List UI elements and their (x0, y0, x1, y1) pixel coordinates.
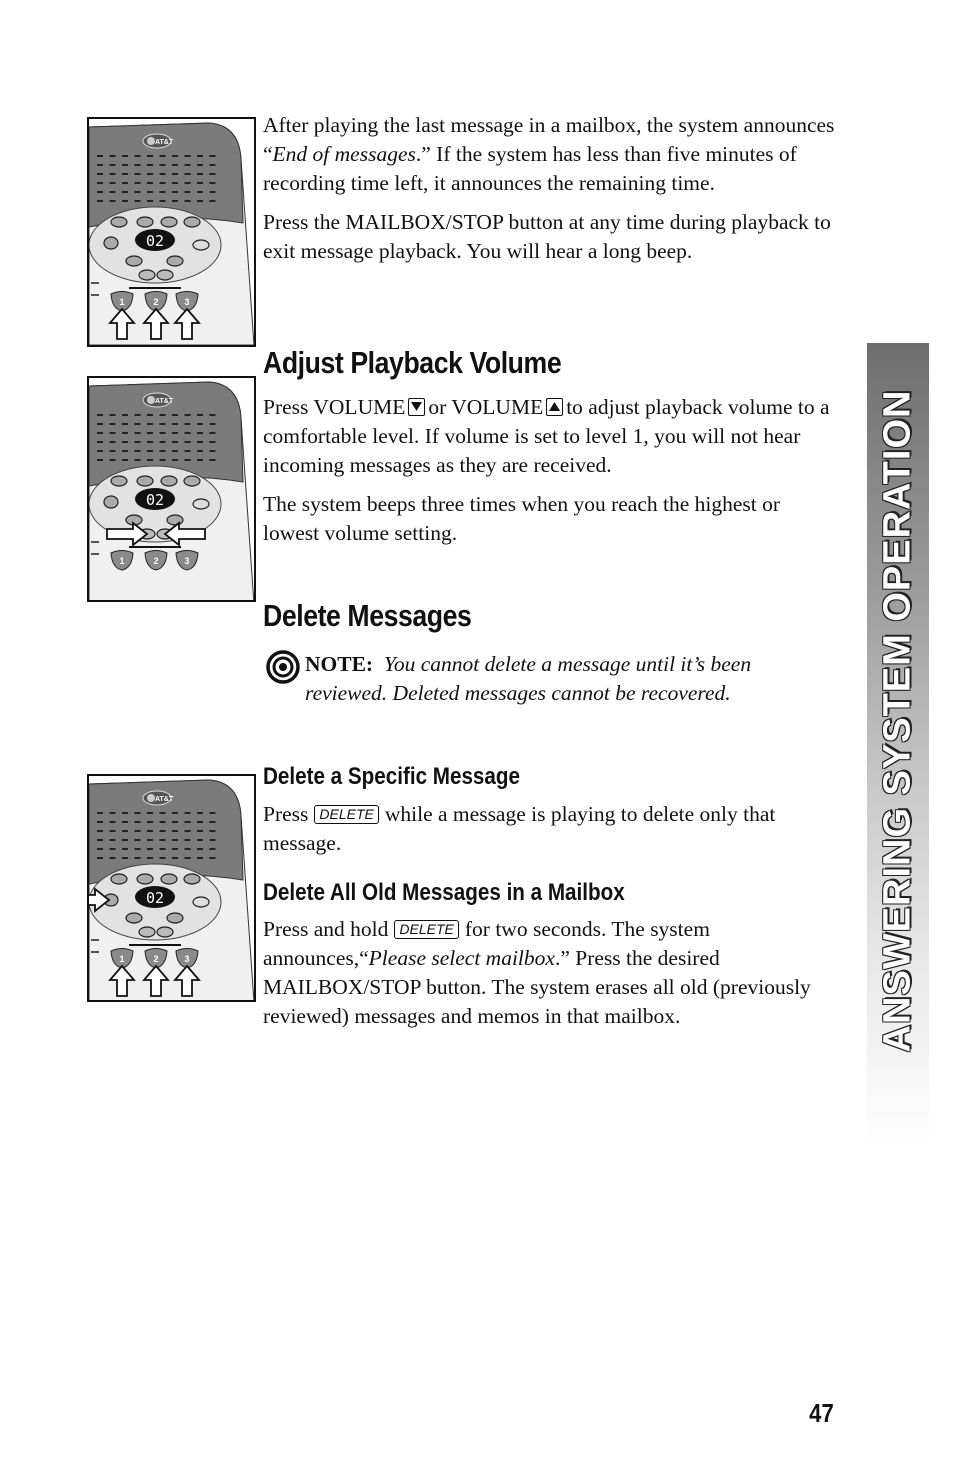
svg-text:02: 02 (146, 232, 164, 250)
mailbox-stop-label-bar (129, 287, 181, 289)
mailbox-stop-label-bar (129, 944, 181, 946)
device-button (160, 873, 178, 885)
delete-all-paragraph: Press and hold DELETE for two seconds. The… (263, 917, 811, 1028)
device-button (136, 873, 154, 885)
svg-text:3: 3 (184, 954, 189, 964)
svg-text:1: 1 (119, 954, 124, 964)
device-button (160, 475, 178, 487)
intro-section: After playing the last message in a mail… (263, 111, 838, 276)
intro-paragraph-1: After playing the last message in a mail… (263, 113, 835, 195)
device-button (183, 475, 201, 487)
heading-delete-specific-message: Delete a Specific Message (263, 763, 520, 790)
adjust-volume-paragraph-2: The system beeps three times when you re… (263, 492, 781, 545)
device-button (103, 236, 119, 250)
svg-text:3: 3 (184, 556, 189, 566)
device-button (136, 216, 154, 228)
heading-delete-all-old-messages: Delete All Old Messages in a Mailbox (263, 879, 625, 906)
adjust-volume-paragraph-1: Press VOLUME or VOLUME to adjust playback … (263, 395, 830, 477)
intro-paragraph-2: Press the MAILBOX/STOP button at any tim… (263, 210, 831, 263)
heading-adjust-playback-volume: Adjust Playback Volume (263, 345, 562, 380)
delete-button-label: DELETE (394, 920, 459, 939)
device-illustration-mailbox-buttons: AT&T 02 1 2 3 (87, 117, 256, 347)
answering-machine-icon: AT&T 02 1 2 3 (89, 122, 254, 345)
svg-text:2: 2 (153, 954, 158, 964)
device-button (183, 873, 201, 885)
volume-down-key-icon (408, 398, 426, 416)
mailbox-stop-label-bar (129, 546, 181, 548)
device-button (192, 498, 210, 510)
device-button (125, 912, 143, 924)
svg-text:2: 2 (153, 297, 158, 307)
chapter-side-tab: ANSWERING SYSTEM OPERATION (867, 343, 929, 1148)
device-illustration-delete-button: AT&T 02 1 2 3 (87, 774, 256, 1002)
device-button (183, 216, 201, 228)
device-button (110, 475, 128, 487)
device-button (192, 239, 210, 251)
volume-down-button (138, 926, 156, 938)
svg-text:2: 2 (153, 556, 158, 566)
volume-down-button (138, 269, 156, 281)
adjust-volume-section: Press VOLUME or VOLUME to adjust playback … (263, 393, 838, 558)
heading-delete-messages: Delete Messages (263, 598, 472, 633)
delete-specific-section: Press DELETE while a message is playing to… (263, 800, 803, 868)
device-button (136, 475, 154, 487)
device-button (103, 495, 119, 509)
device-button (166, 912, 184, 924)
note-block: NOTE: You cannot delete a message until … (263, 650, 823, 708)
device-button (125, 255, 143, 267)
svg-text:3: 3 (184, 297, 189, 307)
device-button (192, 896, 210, 908)
device-button (110, 873, 128, 885)
svg-text:AT&T: AT&T (155, 398, 174, 405)
device-button (166, 255, 184, 267)
svg-text:AT&T: AT&T (155, 139, 174, 146)
delete-all-section: Press and hold DELETE for two seconds. The… (263, 915, 823, 1041)
device-button (110, 216, 128, 228)
answering-machine-icon: AT&T 02 1 2 3 (89, 381, 254, 600)
svg-text:1: 1 (119, 297, 124, 307)
svg-text:AT&T: AT&T (155, 796, 174, 803)
delete-specific-paragraph: Press DELETE while a message is playing to… (263, 802, 776, 855)
device-illustration-volume-buttons: AT&T 02 1 2 3 (87, 376, 256, 602)
page-number: 47 (809, 1398, 834, 1428)
note-label: NOTE: (305, 652, 374, 676)
delete-button-label: DELETE (314, 805, 379, 824)
device-button (166, 514, 184, 526)
note-target-icon (266, 650, 300, 684)
svg-text:1: 1 (119, 556, 124, 566)
volume-up-key-icon (546, 398, 564, 416)
chapter-side-tab-label: ANSWERING SYSTEM OPERATION (876, 389, 919, 1053)
volume-up-button (156, 926, 174, 938)
device-button (160, 216, 178, 228)
volume-up-button (156, 269, 174, 281)
svg-text:02: 02 (146, 889, 164, 907)
answering-machine-icon: AT&T 02 1 2 3 (89, 779, 254, 1000)
svg-text:02: 02 (146, 491, 164, 509)
